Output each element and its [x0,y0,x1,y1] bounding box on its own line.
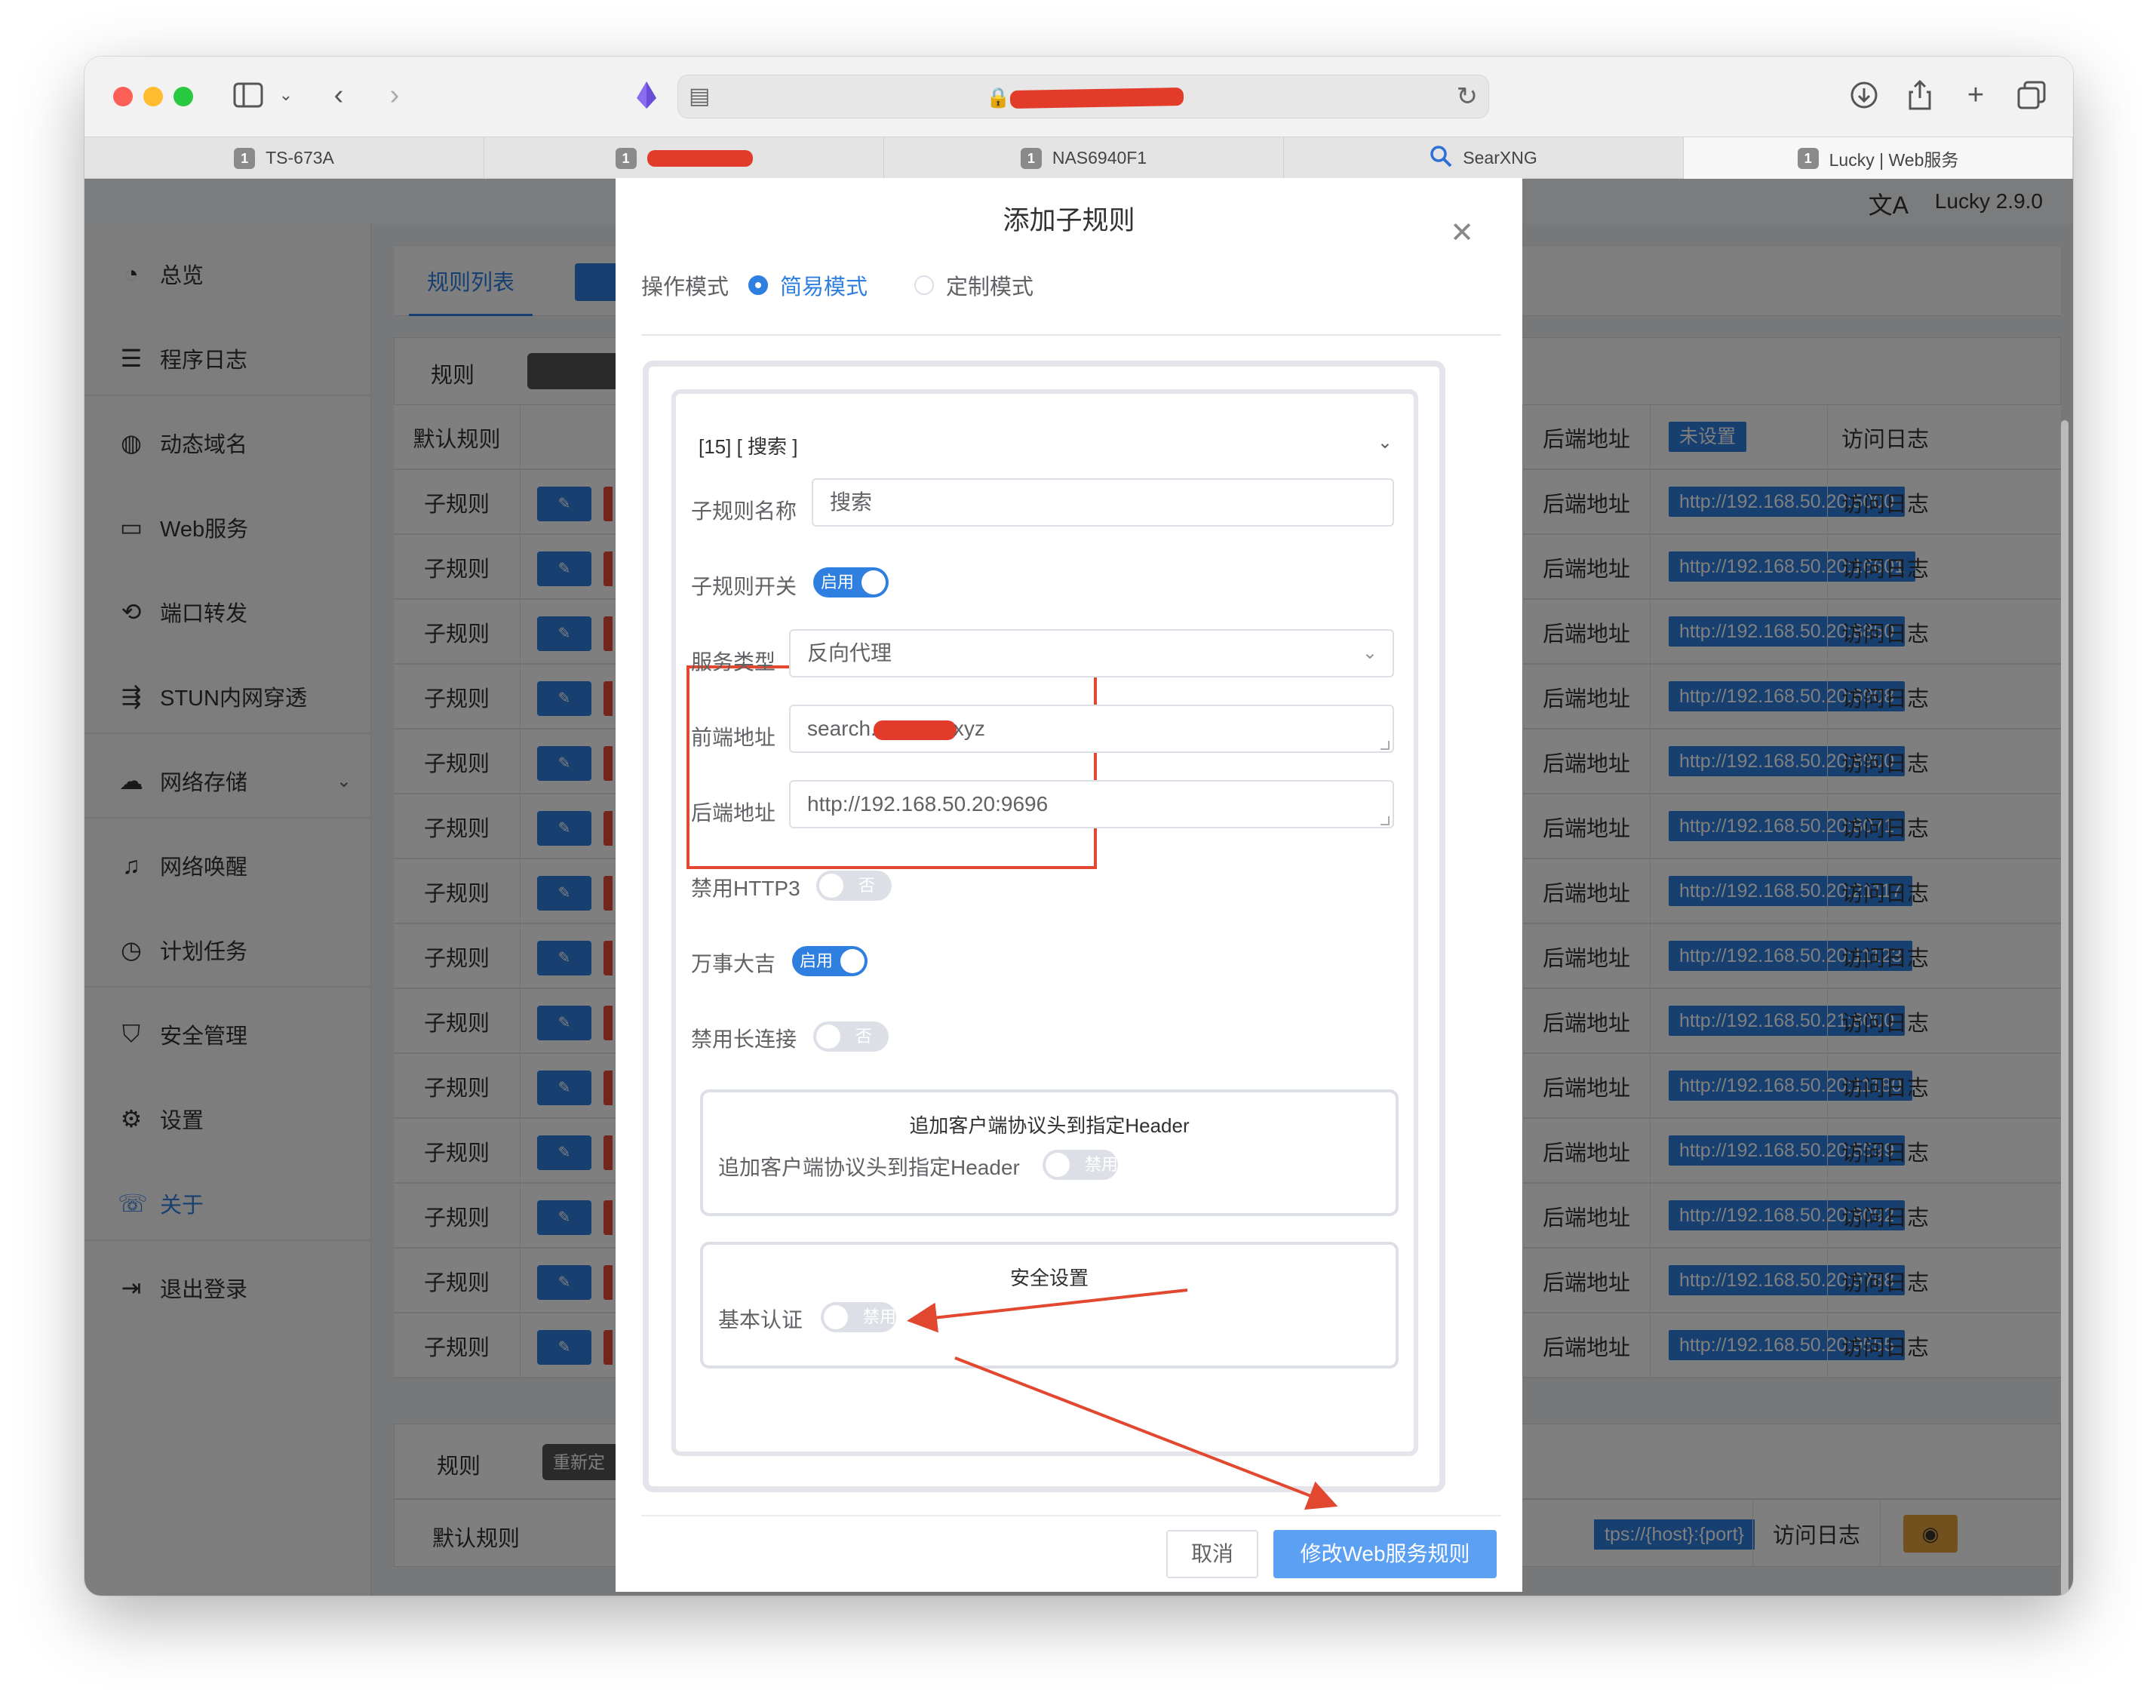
radio-simple-mode[interactable] [748,275,769,295]
resize-handle[interactable] [1381,816,1390,825]
browser-tab-active[interactable]: 1 Lucky | Web服务 [1684,137,2073,179]
header-card-title: 追加客户端协议头到指定Header [909,1114,1190,1137]
scrollbar[interactable] [2061,420,2068,1596]
backend-label: 后端地址 [691,801,776,825]
chevron-down-icon: ⌄ [1362,643,1377,663]
frontend-label: 前端地址 [691,726,776,749]
cancel-button[interactable]: 取消 [1166,1530,1258,1578]
toggle-text: 否 [858,876,876,895]
basic-auth-label: 基本认证 [718,1308,803,1332]
frontend-redaction [873,720,957,740]
keepalive-label: 禁用长连接 [691,1028,797,1051]
backend-address-input[interactable]: http://192.168.50.20:9696 [789,780,1394,828]
resize-handle[interactable] [1381,741,1390,750]
browser-tab[interactable]: 1 [484,137,884,179]
divider [641,334,1501,336]
address-bar[interactable]: ▤ 🔒 ↻ [677,75,1489,118]
frontend-value-suffix: xyz [953,717,985,740]
toggle-text: 禁用 [1085,1155,1119,1174]
share-icon[interactable] [1900,75,1940,115]
toggle-text: 禁用 [863,1307,897,1326]
sub-rule-enable-toggle[interactable]: 启用 [813,567,889,597]
mode-selector: 操作模式 简易模式 定制模式 [641,269,1033,302]
close-window-button[interactable] [113,87,133,106]
tab-title: SearXNG [1463,148,1537,167]
new-tab-icon[interactable]: + [1955,75,1996,115]
browser-tab[interactable]: 1 TS-673A [84,137,484,179]
service-type-value: 反向代理 [807,641,892,665]
mode-label: 操作模式 [641,275,729,300]
name-label: 子规则名称 [691,499,797,523]
reload-icon[interactable]: ↻ [1457,81,1479,112]
security-card-title: 安全设置 [1009,1267,1089,1289]
browser-toolbar: ⌄ ‹ › ▤ 🔒 ↻ + [84,57,2073,137]
minimize-window-button[interactable] [143,87,163,106]
service-type-label: 服务类型 [691,650,776,674]
tab-number: 1 [1020,147,1042,169]
chevron-down-icon[interactable]: ⌄ [1377,432,1393,453]
custom-mode-label[interactable]: 定制模式 [946,269,1033,301]
tab-number: 1 [234,147,256,169]
disable-http3-toggle[interactable]: 否 [816,871,892,901]
switch-label: 子规则开关 [691,575,797,598]
tab-title-redaction [646,149,753,167]
tab-title: TS-673A [266,148,334,167]
tab-number: 1 [1797,147,1819,169]
dialog-title: 添加子规则 [1003,206,1135,235]
header-card: 追加客户端协议头到指定Header 追加客户端协议头到指定Header 禁用 [700,1089,1399,1216]
tab-strip: 1 TS-673A 1 1 NAS6940F1 SearXNG × 1 Luck… [84,137,2073,179]
annotation-box [686,665,1097,869]
close-icon[interactable]: ✕ [1450,216,1474,250]
forward-icon[interactable]: › [374,75,415,115]
http3-label: 禁用HTTP3 [691,877,800,900]
tab-number: 1 [615,147,637,169]
zoom-window-button[interactable] [174,87,193,106]
chevron-down-icon[interactable]: ⌄ [266,75,306,115]
service-type-select[interactable]: 反向代理 ⌄ [789,629,1394,677]
sub-rule-container: [15] [ 搜索 ] ⌄ 子规则名称 搜索 子规则开关 启用 服务类型 反向代… [643,361,1445,1492]
wanshi-toggle[interactable]: 启用 [792,946,868,976]
security-card: 安全设置 基本认证 禁用 [700,1242,1399,1369]
collapse-title: [15] [ 搜索 ] [699,435,798,458]
reader-icon[interactable]: ▤ [689,83,710,109]
browser-tab[interactable]: 1 NAS6940F1 [884,137,1284,179]
radio-custom-mode[interactable] [914,275,935,295]
toggle-text: 启用 [821,573,855,591]
toggle-text: 启用 [800,951,834,970]
tab-title: Lucky | Web服务 [1829,149,1959,170]
url-redaction [1009,87,1184,109]
name-value: 搜索 [830,490,873,514]
download-icon[interactable] [1844,75,1884,115]
toggle-text: 否 [855,1027,873,1046]
back-icon[interactable]: ‹ [318,75,359,115]
tab-title: NAS6940F1 [1052,148,1147,167]
backend-value: http://192.168.50.20:9696 [807,792,1049,816]
sub-rule-panel: [15] [ 搜索 ] ⌄ 子规则名称 搜索 子规则开关 启用 服务类型 反向代… [671,389,1418,1456]
simple-mode-label[interactable]: 简易模式 [780,269,868,301]
header-label: 追加客户端协议头到指定Header [718,1156,1020,1179]
tab-overview-icon[interactable] [2011,75,2052,115]
frontend-value: search. [807,717,877,740]
wanshi-label: 万事大吉 [691,952,776,975]
sidebar-toggle-icon[interactable] [228,75,269,115]
basic-auth-toggle[interactable]: 禁用 [821,1302,896,1332]
browser-tab[interactable]: SearXNG [1284,137,1684,179]
lock-icon: 🔒 [986,86,1011,109]
add-sub-rule-dialog: 添加子规则 ✕ 操作模式 简易模式 定制模式 [15] [ 搜索 ] ⌄ 子规则… [616,178,1522,1592]
collapse-header[interactable]: [15] [ 搜索 ] ⌄ [699,432,1393,465]
disable-keepalive-toggle[interactable]: 否 [813,1021,889,1052]
client-header-toggle[interactable]: 禁用 [1043,1150,1118,1180]
frontend-address-input[interactable]: search. xyz [789,705,1394,753]
sub-rule-name-input[interactable]: 搜索 [812,478,1394,527]
divider [641,1515,1501,1516]
search-icon [1430,145,1452,172]
extension-icon[interactable] [626,75,667,115]
submit-button[interactable]: 修改Web服务规则 [1273,1530,1497,1578]
